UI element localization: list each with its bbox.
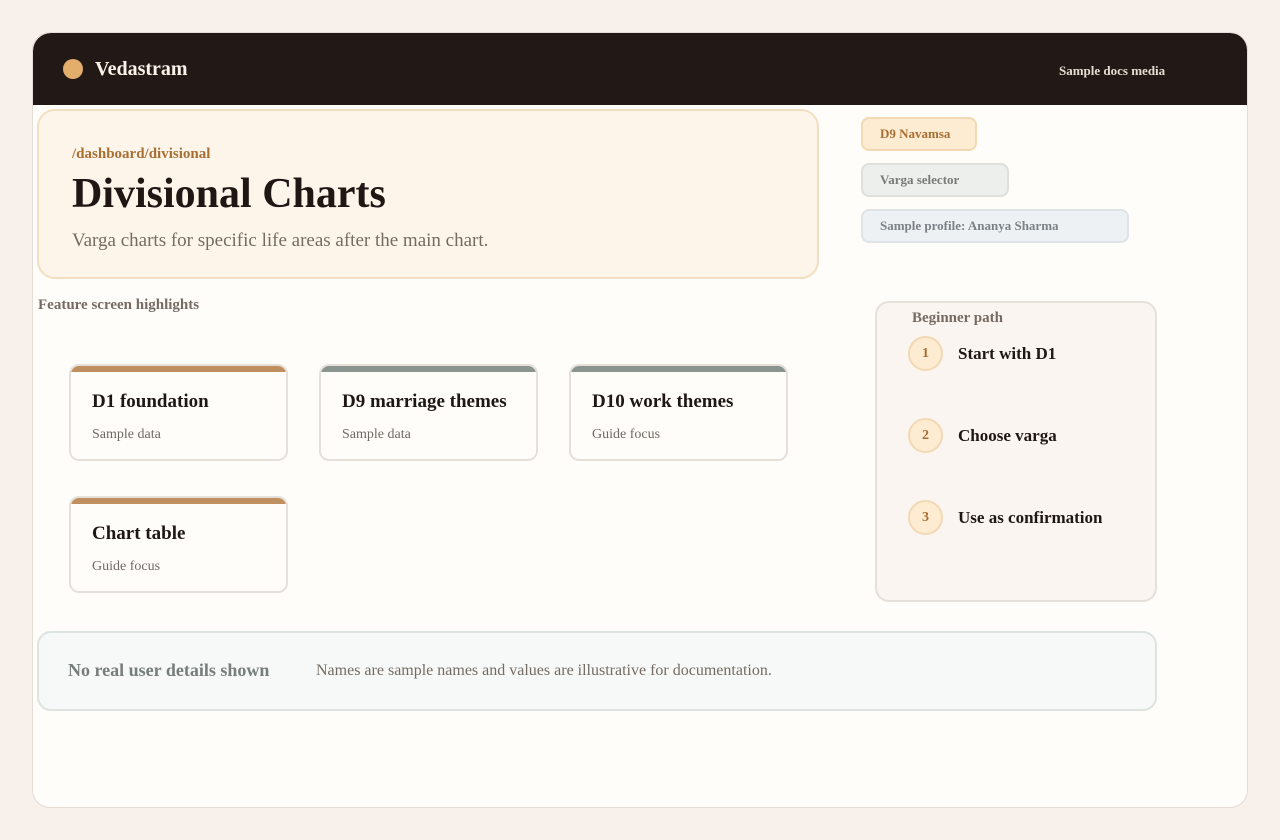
header-right-label: Sample docs media — [1059, 63, 1166, 78]
step-item-3[interactable]: 3 Use as confirmation — [908, 500, 1148, 536]
card-title: D9 marriage themes — [342, 391, 507, 412]
step-number-badge: 2 — [908, 418, 943, 453]
card-accent-bar — [571, 366, 786, 372]
page-subtitle: Varga charts for specific life areas aft… — [72, 230, 489, 251]
notice-text: Names are sample names and values are il… — [316, 662, 772, 679]
step-number-badge: 3 — [908, 500, 943, 535]
feature-card-d1[interactable]: D1 foundation Sample data — [69, 364, 288, 461]
card-subtitle: Sample data — [342, 427, 411, 442]
notice-title: No real user details shown — [68, 660, 270, 680]
step-item-2[interactable]: 2 Choose varga — [908, 418, 1148, 454]
card-subtitle: Guide focus — [592, 427, 661, 442]
step-item-1[interactable]: 1 Start with D1 — [908, 336, 1148, 372]
privacy-notice: No real user details shown Names are sam… — [37, 631, 1157, 711]
feature-card-d10[interactable]: D10 work themes Guide focus — [569, 364, 788, 461]
card-title: D1 foundation — [92, 391, 209, 412]
top-bar: Vedastram Sample docs media — [33, 33, 1247, 105]
chip-varga-selector[interactable]: Varga selector — [861, 163, 1009, 197]
step-number-badge: 1 — [908, 336, 943, 371]
brand-name[interactable]: Vedastram — [95, 57, 188, 81]
card-title: Chart table — [92, 523, 186, 544]
beginner-path-panel: Beginner path 1 Start with D1 2 Choose v… — [875, 301, 1157, 602]
step-label: Choose varga — [958, 426, 1057, 445]
feature-card-d9[interactable]: D9 marriage themes Sample data — [319, 364, 538, 461]
feature-card-chart-table[interactable]: Chart table Guide focus — [69, 496, 288, 593]
brand-logo-icon — [63, 59, 83, 79]
card-accent-bar — [71, 366, 286, 372]
breadcrumb: /dashboard/divisional — [72, 146, 211, 162]
card-subtitle: Guide focus — [92, 559, 161, 574]
card-accent-bar — [321, 366, 536, 372]
panel-title: Beginner path — [912, 310, 1003, 326]
hero-panel: /dashboard/divisional Divisional Charts … — [37, 109, 819, 279]
card-accent-bar — [71, 498, 286, 504]
card-title: D10 work themes — [592, 391, 734, 412]
chip-d9-navamsa[interactable]: D9 Navamsa — [861, 117, 977, 151]
highlights-heading: Feature screen highlights — [38, 297, 200, 313]
step-label: Use as confirmation — [958, 508, 1103, 527]
chip-sample-profile[interactable]: Sample profile: Ananya Sharma — [861, 209, 1129, 243]
card-subtitle: Sample data — [92, 427, 161, 442]
page-title: Divisional Charts — [72, 171, 386, 217]
step-label: Start with D1 — [958, 344, 1057, 363]
